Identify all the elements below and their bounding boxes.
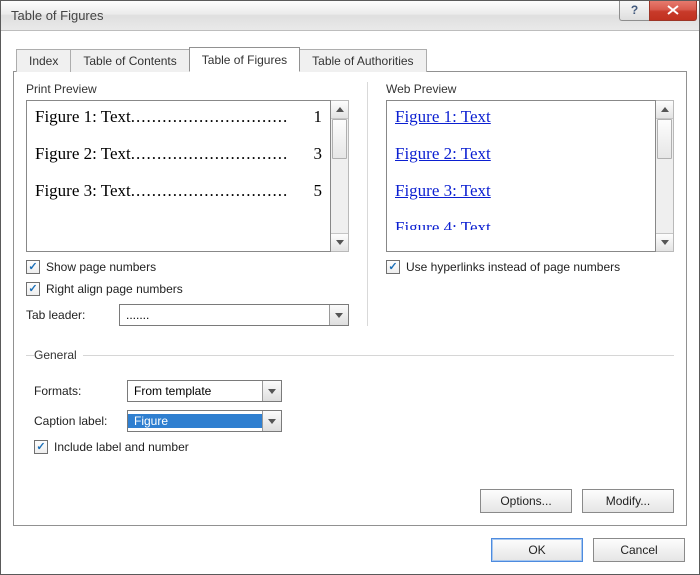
web-preview-label: Web Preview (386, 82, 674, 96)
scroll-up-button[interactable] (656, 101, 673, 119)
tab-index[interactable]: Index (16, 49, 71, 72)
web-preview-link[interactable]: Figure 2: Text (395, 144, 491, 164)
include-label-checkbox[interactable] (34, 440, 48, 454)
tabstrip: Index Table of Contents Table of Figures… (16, 45, 687, 71)
web-preview-row: Figure 1: Text (395, 107, 647, 127)
web-preview-link[interactable]: Figure 3: Text (395, 181, 491, 201)
web-preview-row: Figure 2: Text (395, 144, 647, 164)
show-page-numbers-label: Show page numbers (46, 260, 156, 274)
window-buttons: ? (619, 1, 697, 23)
scroll-thumb[interactable] (332, 119, 347, 159)
tab-leader-select[interactable]: ....... (119, 304, 349, 326)
dropdown-button[interactable] (262, 381, 281, 401)
caption-label-row: Caption label: Figure (34, 410, 674, 432)
caption-label-select[interactable]: Figure (127, 410, 282, 432)
tab-table-of-contents[interactable]: Table of Contents (70, 49, 189, 72)
chevron-up-icon (336, 107, 344, 112)
tab-table-of-authorities[interactable]: Table of Authorities (299, 49, 426, 72)
chevron-down-icon (268, 419, 276, 424)
formats-row: Formats: From template (34, 380, 674, 402)
close-icon (667, 5, 679, 15)
tab-table-of-figures[interactable]: Table of Figures (189, 47, 300, 72)
print-preview-row: Figure 2: Text .........................… (35, 144, 322, 164)
general-fieldset: General Formats: From template Caption l… (26, 348, 674, 454)
titlebar: Table of Figures ? (1, 1, 699, 31)
leader-dots: .............................. (131, 181, 314, 201)
general-legend: General (34, 348, 83, 362)
use-hyperlinks-checkbox[interactable] (386, 260, 400, 274)
dropdown-button[interactable] (329, 305, 348, 325)
options-button[interactable]: Options... (480, 489, 572, 513)
formats-label: Formats: (34, 384, 119, 398)
chevron-down-icon (268, 389, 276, 394)
chevron-down-icon (335, 313, 343, 318)
print-preview-item-page: 1 (314, 107, 323, 127)
help-button[interactable]: ? (619, 1, 649, 21)
print-preview-wrap: Figure 1: Text .........................… (26, 100, 349, 252)
close-button[interactable] (649, 1, 697, 21)
preview-columns: Print Preview Figure 1: Text ...........… (26, 82, 674, 326)
include-label-label: Include label and number (54, 440, 189, 454)
chevron-down-icon (661, 240, 669, 245)
right-align-row: Right align page numbers (26, 282, 349, 296)
web-preview-wrap: Figure 1: Text Figure 2: Text Figure 3: … (386, 100, 674, 252)
tab-leader-label: Tab leader: (26, 308, 111, 322)
print-preview-column: Print Preview Figure 1: Text ...........… (26, 82, 368, 326)
chevron-up-icon (661, 107, 669, 112)
print-preview-label: Print Preview (26, 82, 349, 96)
leader-dots: .............................. (131, 144, 314, 164)
web-preview-link[interactable]: Figure 4: Text (395, 218, 491, 230)
formats-select[interactable]: From template (127, 380, 282, 402)
print-preview-item-label: Figure 2: Text (35, 144, 131, 164)
scroll-track[interactable] (656, 119, 673, 233)
caption-label-value: Figure (128, 414, 262, 428)
modify-button[interactable]: Modify... (582, 489, 674, 513)
chevron-down-icon (336, 240, 344, 245)
inner-button-row: Options... Modify... (26, 475, 674, 513)
print-preview-row: Figure 1: Text .........................… (35, 107, 322, 127)
tab-pane: Print Preview Figure 1: Text ...........… (13, 71, 687, 526)
formats-value: From template (128, 384, 262, 398)
right-align-label: Right align page numbers (46, 282, 183, 296)
dialog-content: Index Table of Contents Table of Figures… (1, 31, 699, 574)
print-preview-item-label: Figure 3: Text (35, 181, 131, 201)
print-preview-box: Figure 1: Text .........................… (26, 100, 331, 252)
show-page-numbers-row: Show page numbers (26, 260, 349, 274)
use-hyperlinks-row: Use hyperlinks instead of page numbers (386, 260, 674, 274)
use-hyperlinks-label: Use hyperlinks instead of page numbers (406, 260, 620, 274)
web-preview-scrollbar[interactable] (656, 100, 674, 252)
ok-button[interactable]: OK (491, 538, 583, 562)
right-align-checkbox[interactable] (26, 282, 40, 296)
tab-leader-row: Tab leader: ....... (26, 304, 349, 326)
leader-dots: .............................. (131, 107, 314, 127)
web-preview-link[interactable]: Figure 1: Text (395, 107, 491, 127)
scroll-up-button[interactable] (331, 101, 348, 119)
cancel-button[interactable]: Cancel (593, 538, 685, 562)
scroll-down-button[interactable] (331, 233, 348, 251)
dialog-window: Table of Figures ? Index Table of Conten… (0, 0, 700, 575)
dialog-footer: OK Cancel (13, 526, 687, 562)
scroll-thumb[interactable] (657, 119, 672, 159)
dropdown-button[interactable] (262, 411, 281, 431)
tab-leader-value: ....... (120, 308, 329, 322)
print-preview-row: Figure 3: Text .........................… (35, 181, 322, 201)
web-preview-row: Figure 3: Text (395, 181, 647, 201)
web-preview-column: Web Preview Figure 1: Text Figure 2: Tex… (368, 82, 674, 326)
web-preview-box: Figure 1: Text Figure 2: Text Figure 3: … (386, 100, 656, 252)
print-preview-item-label: Figure 1: Text (35, 107, 131, 127)
scroll-down-button[interactable] (656, 233, 673, 251)
print-preview-item-page: 3 (314, 144, 323, 164)
print-preview-scrollbar[interactable] (331, 100, 349, 252)
caption-label-label: Caption label: (34, 414, 119, 428)
print-preview-item-page: 5 (314, 181, 323, 201)
include-label-row: Include label and number (34, 440, 674, 454)
web-preview-row: Figure 4: Text (395, 218, 647, 230)
show-page-numbers-checkbox[interactable] (26, 260, 40, 274)
window-title: Table of Figures (11, 8, 619, 23)
scroll-track[interactable] (331, 119, 348, 233)
